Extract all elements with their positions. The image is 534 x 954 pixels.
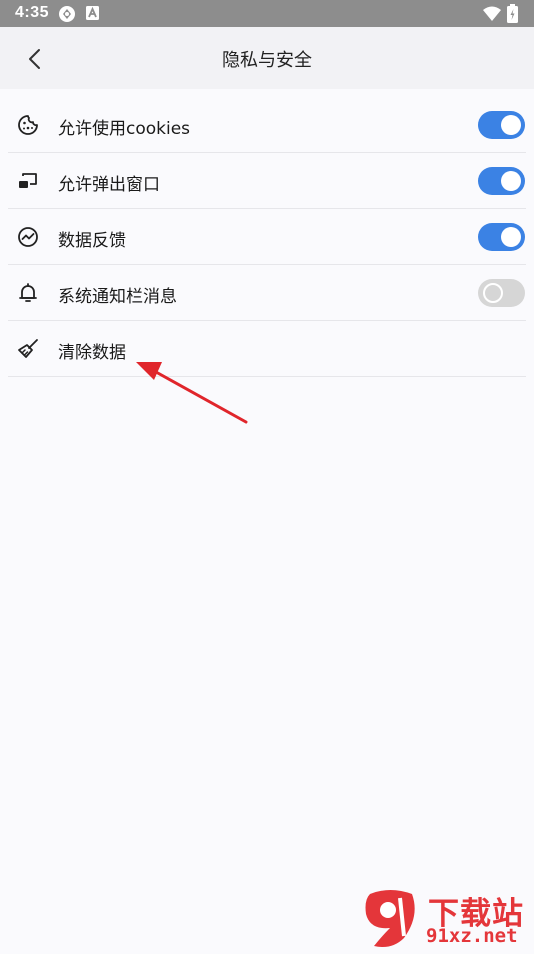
settings-list: 允许使用cookies 允许弹出窗口 数据反馈 系统通知栏消息 清除数据 [0, 97, 534, 377]
battery-icon [507, 4, 518, 27]
status-bar: 4:35 [0, 0, 534, 27]
bell-icon [16, 281, 40, 305]
feedback-toggle[interactable] [478, 223, 525, 251]
notifications-toggle[interactable] [478, 279, 525, 307]
broom-icon [16, 337, 40, 361]
toggle-knob [501, 227, 521, 247]
annotation-arrow [136, 362, 248, 424]
setting-allow-popups[interactable]: 允许弹出窗口 [8, 153, 526, 209]
setting-clear-data[interactable]: 清除数据 [8, 321, 526, 377]
popup-window-icon [16, 169, 40, 193]
setting-label: 允许弹出窗口 [58, 175, 160, 195]
setting-label: 数据反馈 [58, 231, 126, 251]
a-badge-icon [85, 5, 100, 25]
toggle-knob [483, 283, 503, 303]
watermark-logo [360, 886, 422, 950]
setting-data-feedback[interactable]: 数据反馈 [8, 209, 526, 265]
cookie-icon [16, 113, 40, 137]
setting-allow-cookies[interactable]: 允许使用cookies [8, 97, 526, 153]
watermark: 下载站 91xz.net [360, 886, 534, 950]
sync-icon [58, 5, 76, 27]
app-header: 隐私与安全 [0, 27, 534, 89]
page-title: 隐私与安全 [222, 50, 312, 71]
setting-label: 允许使用cookies [58, 119, 191, 139]
status-time: 4:35 [15, 4, 50, 21]
watermark-url: 91xz.net [426, 925, 518, 947]
feedback-chart-icon [16, 225, 40, 249]
toggle-knob [501, 115, 521, 135]
setting-label: 清除数据 [58, 343, 126, 363]
setting-system-notifications[interactable]: 系统通知栏消息 [8, 265, 526, 321]
toggle-knob [501, 171, 521, 191]
cookies-toggle[interactable] [478, 111, 525, 139]
setting-label: 系统通知栏消息 [58, 287, 177, 307]
popups-toggle[interactable] [478, 167, 525, 195]
wifi-icon [483, 6, 501, 25]
